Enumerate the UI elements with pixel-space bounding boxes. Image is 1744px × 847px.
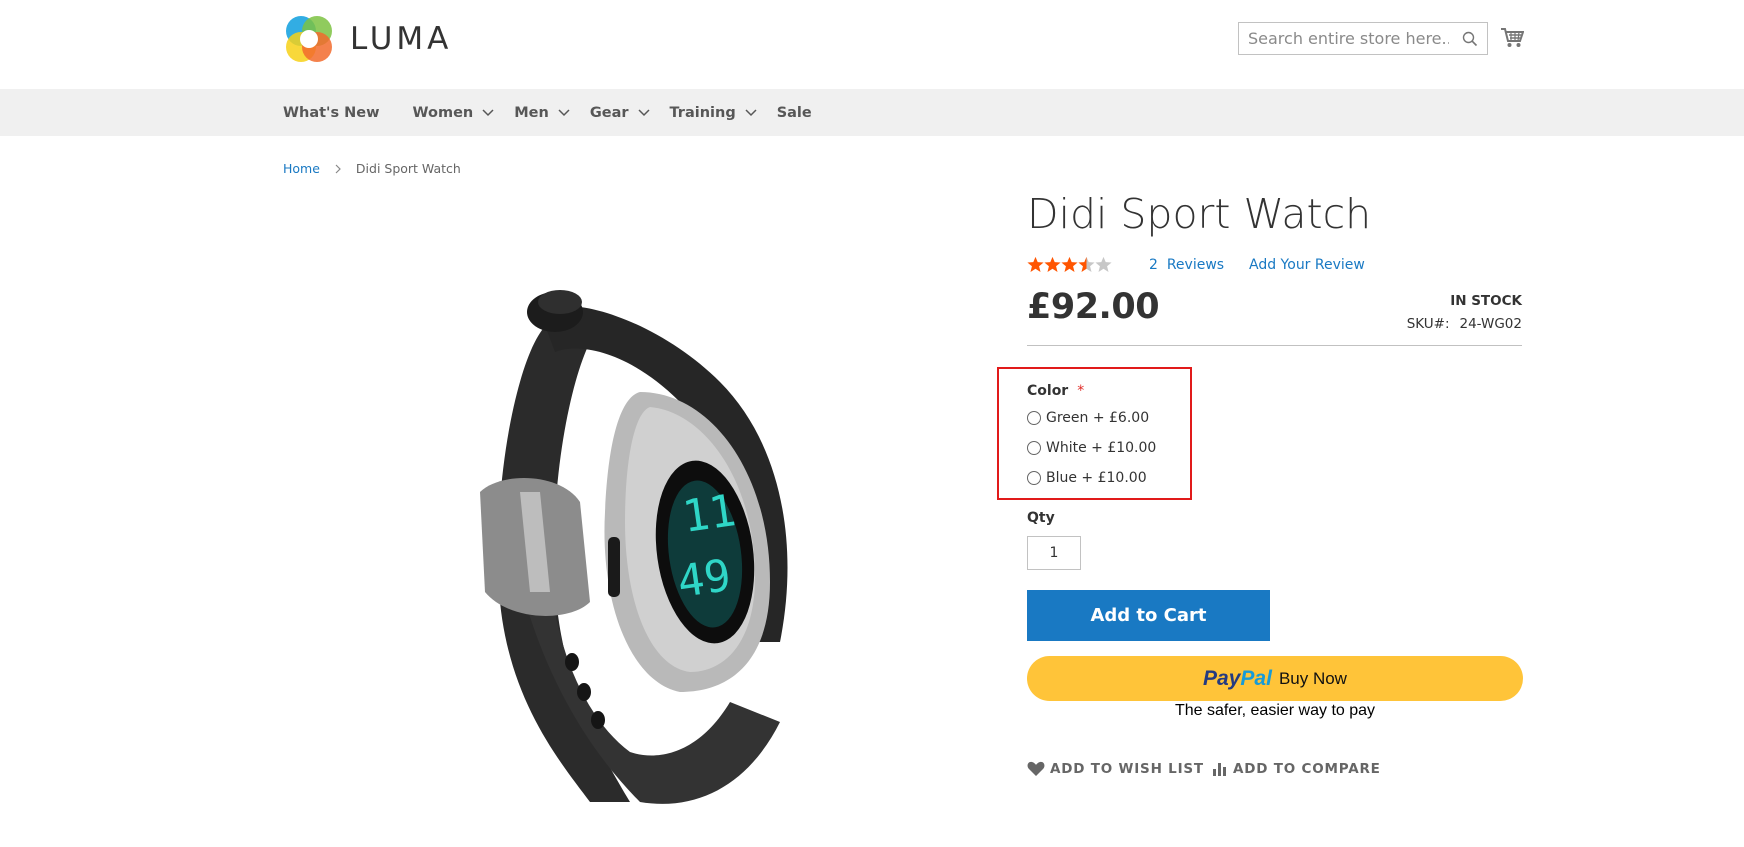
chevron-down-icon: [637, 108, 650, 116]
breadcrumb-current: Didi Sport Watch: [355, 161, 461, 176]
product-image[interactable]: 11 49: [480, 282, 800, 812]
star-icon: [1061, 256, 1078, 272]
reviews-label: Reviews: [1166, 257, 1225, 273]
nav-item-women[interactable]: Women: [413, 105, 495, 121]
nav-item-label: Sale: [776, 104, 812, 121]
chevron-down-icon: [558, 108, 570, 116]
color-option-white[interactable]: White + £10.00: [1027, 440, 1156, 456]
svg-text:49: 49: [674, 550, 734, 608]
chevron-down-icon: [745, 108, 757, 116]
divider: [1027, 345, 1522, 346]
paypal-tagline: The safer, easier way to pay: [1174, 702, 1376, 719]
required-mark: *: [1077, 383, 1085, 399]
nav-item-label: Training: [669, 104, 736, 121]
option-label: Blue + £10.00: [1046, 470, 1147, 486]
add-review-link[interactable]: Add Your Review: [1249, 257, 1365, 273]
wishlist-label: ADD TO WISH LIST: [1050, 761, 1204, 777]
nav-item-gear[interactable]: Gear: [590, 105, 650, 121]
paypal-logo-pal: Pal: [1240, 666, 1272, 690]
nav-item-sale[interactable]: Sale: [777, 105, 812, 121]
search-input[interactable]: [1239, 23, 1449, 54]
reviews-link[interactable]: 2 Reviews: [1149, 257, 1224, 273]
color-option-green[interactable]: Green + £6.00: [1027, 410, 1149, 426]
star-empty-icon: [1095, 256, 1112, 272]
paypal-buy-now-button[interactable]: PayPal Buy Now: [1027, 656, 1523, 701]
paypal-logo: PayPal: [1203, 667, 1272, 691]
star-icon: [1027, 256, 1044, 272]
radio-button[interactable]: [1027, 411, 1041, 425]
sku-value: 24-WG02: [1459, 316, 1523, 332]
compare-icon: [1213, 763, 1226, 776]
option-label: White + £10.00: [1046, 440, 1157, 456]
search-box: [1238, 22, 1488, 55]
radio-button[interactable]: [1027, 441, 1041, 455]
add-to-wishlist-link[interactable]: ADD TO WISH LIST: [1027, 761, 1204, 777]
reviews-count: 2: [1149, 257, 1158, 273]
product-price: £92.00: [1027, 287, 1160, 327]
add-to-cart-button[interactable]: Add to Cart: [1027, 590, 1270, 641]
luma-logo[interactable]: LUMA: [283, 13, 452, 65]
luma-logo-icon: [286, 16, 332, 62]
qty-input[interactable]: [1027, 536, 1081, 570]
search-icon[interactable]: [1462, 31, 1478, 47]
product-sku: SKU#: 24-WG02: [1407, 316, 1522, 332]
option-label: Green + £6.00: [1046, 410, 1150, 426]
stock-status: IN STOCK: [1450, 293, 1522, 309]
nav-item-label: Men: [514, 104, 549, 121]
color-option-blue[interactable]: Blue + £10.00: [1027, 470, 1147, 486]
nav-items: What's New Women Men Gear Training Sale: [283, 89, 812, 136]
color-label-text: Color: [1027, 383, 1069, 399]
star-icon: [1044, 256, 1061, 272]
color-label: Color *: [1027, 383, 1084, 399]
chevron-down-icon: [482, 108, 494, 116]
nav-item-label: Gear: [589, 104, 629, 121]
chevron-right-icon: [335, 164, 341, 173]
breadcrumb-home-link[interactable]: Home: [283, 161, 320, 176]
cart-icon[interactable]: [1500, 26, 1524, 48]
star-half-icon: [1078, 256, 1095, 272]
compare-label: ADD TO COMPARE: [1233, 761, 1381, 777]
nav-item-label: What's New: [283, 104, 380, 121]
add-to-compare-link[interactable]: ADD TO COMPARE: [1212, 761, 1381, 777]
paypal-buy-now-label: Buy Now: [1278, 668, 1347, 688]
nav-item-whats-new[interactable]: What's New: [283, 105, 380, 121]
sku-label: SKU#:: [1406, 316, 1450, 332]
product-title: Didi Sport Watch: [1027, 190, 1372, 238]
qty-label: Qty: [1027, 510, 1055, 526]
heart-icon: [1027, 761, 1045, 776]
main-navigation: What's New Women Men Gear Training Sale: [0, 89, 1744, 136]
logo-text: LUMA: [350, 21, 453, 57]
breadcrumb: Home Didi Sport Watch: [283, 161, 461, 176]
radio-button[interactable]: [1027, 471, 1041, 485]
nav-item-men[interactable]: Men: [514, 105, 570, 121]
svg-text:11: 11: [679, 485, 739, 543]
site-header: LUMA: [0, 0, 1744, 89]
nav-item-label: Women: [412, 104, 474, 121]
rating-stars: [1027, 256, 1112, 273]
paypal-logo-pay: Pay: [1203, 666, 1241, 690]
nav-item-training[interactable]: Training: [670, 105, 757, 121]
